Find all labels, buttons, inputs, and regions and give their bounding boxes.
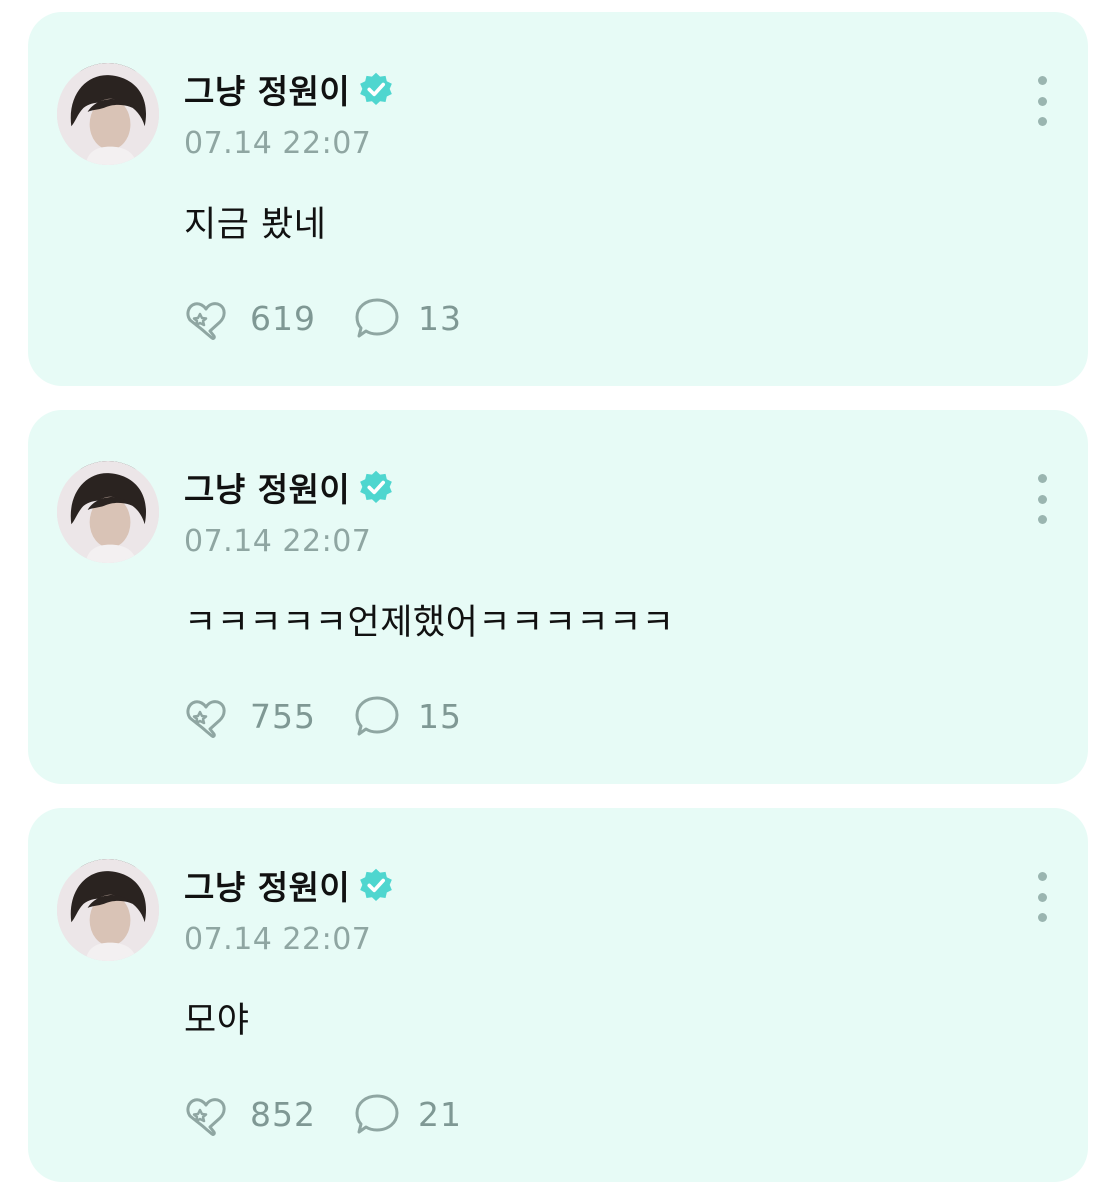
post-feed: 그냥 정원이 07.14 22:07 지금 봤네 619 13 그냥 정원이 0… [0, 0, 1117, 1200]
more-options-button[interactable] [1030, 76, 1054, 126]
avatar[interactable] [57, 63, 159, 165]
author-name[interactable]: 그냥 정원이 [184, 861, 350, 909]
post-card[interactable]: 그냥 정원이 07.14 22:07 모야 852 21 [28, 808, 1088, 1182]
more-vertical-icon [1037, 76, 1047, 85]
verified-badge-icon [360, 72, 393, 106]
avatar-image [57, 63, 159, 165]
verified-badge-icon [360, 470, 393, 504]
more-options-button[interactable] [1030, 474, 1054, 524]
author-row: 그냥 정원이 [184, 464, 394, 510]
comment-button[interactable]: 13 [352, 296, 462, 340]
post-timestamp: 07.14 22:07 [184, 126, 372, 161]
comment-button[interactable]: 21 [352, 1092, 462, 1136]
post-actions: 755 15 [184, 694, 462, 738]
avatar-image [57, 859, 159, 961]
post-timestamp: 07.14 22:07 [184, 524, 372, 559]
avatar[interactable] [57, 859, 159, 961]
like-button[interactable]: 619 [184, 296, 316, 340]
like-count: 852 [250, 1094, 316, 1134]
post-text: 지금 봤네 [184, 205, 327, 245]
author-row: 그냥 정원이 [184, 66, 394, 112]
post-card[interactable]: 그냥 정원이 07.14 22:07 ㅋㅋㅋㅋㅋ언제했어ㅋㅋㅋㅋㅋㅋ 755 1… [28, 410, 1088, 784]
post-text: ㅋㅋㅋㅋㅋ언제했어ㅋㅋㅋㅋㅋㅋ [184, 603, 675, 643]
comment-bubble-icon [355, 298, 399, 338]
post-text: 모야 [184, 1001, 250, 1041]
star-heart-icon [186, 1098, 226, 1136]
post-timestamp: 07.14 22:07 [184, 922, 372, 957]
post-actions: 619 13 [184, 296, 462, 340]
avatar[interactable] [57, 461, 159, 563]
like-count: 755 [250, 696, 316, 736]
author-row: 그냥 정원이 [184, 862, 394, 908]
verified-badge-icon [360, 868, 393, 902]
author-name[interactable]: 그냥 정원이 [184, 463, 350, 511]
more-vertical-icon [1037, 872, 1047, 881]
comment-bubble-icon [355, 696, 399, 736]
post-actions: 852 21 [184, 1092, 462, 1136]
like-count: 619 [250, 298, 316, 338]
comment-count: 15 [418, 696, 462, 736]
comment-button[interactable]: 15 [352, 694, 462, 738]
author-name[interactable]: 그냥 정원이 [184, 65, 350, 113]
like-button[interactable]: 755 [184, 694, 316, 738]
more-vertical-icon [1037, 474, 1047, 483]
comment-count: 21 [418, 1094, 462, 1134]
comment-bubble-icon [355, 1094, 399, 1134]
like-button[interactable]: 852 [184, 1092, 316, 1136]
more-options-button[interactable] [1030, 872, 1054, 922]
comment-count: 13 [418, 298, 462, 338]
avatar-image [57, 461, 159, 563]
star-heart-icon [186, 700, 226, 738]
star-heart-icon [186, 302, 226, 340]
post-card[interactable]: 그냥 정원이 07.14 22:07 지금 봤네 619 13 [28, 12, 1088, 386]
